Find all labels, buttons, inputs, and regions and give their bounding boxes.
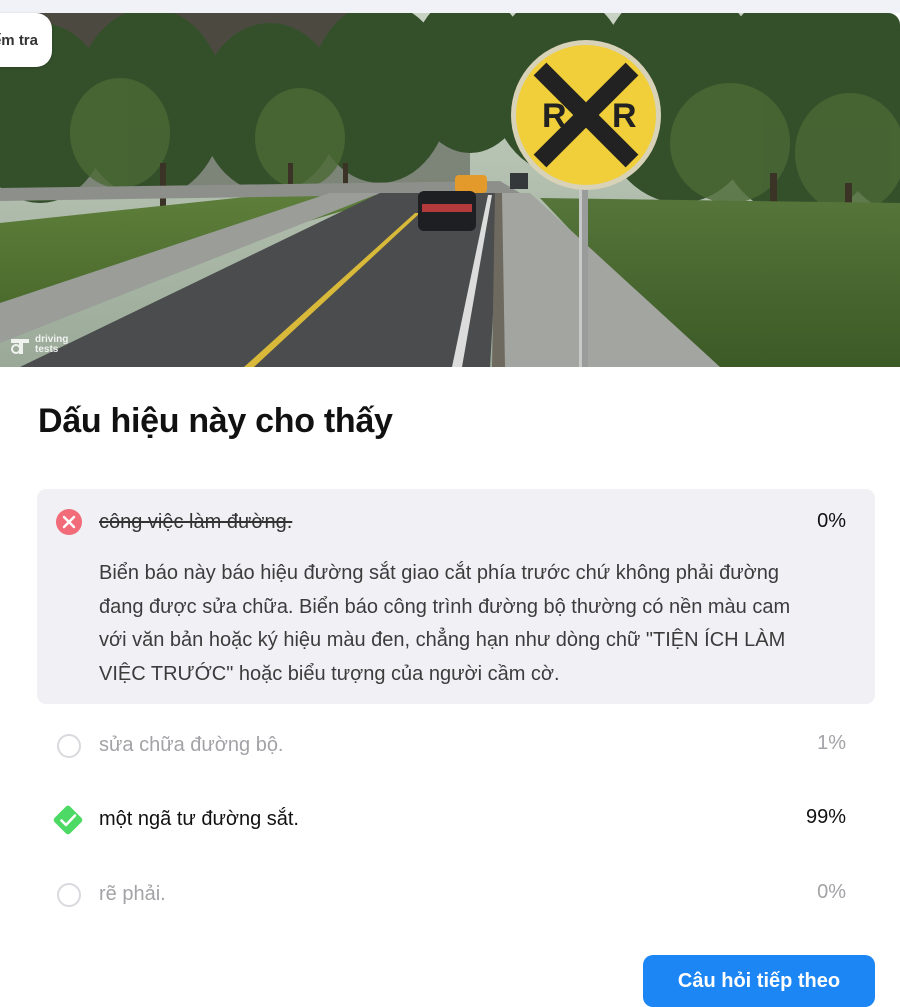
answer-option[interactable]: rẽ phải. 0% xyxy=(37,865,875,925)
answer-text: rẽ phải. xyxy=(99,883,166,905)
radio-icon xyxy=(55,732,83,760)
railroad-crossing-sign-icon: R R xyxy=(511,40,661,190)
radio-icon xyxy=(55,881,83,909)
next-question-button[interactable]: Câu hỏi tiếp theo xyxy=(643,955,875,1007)
driving-tests-watermark: driving tests xyxy=(9,334,75,356)
answer-explanation: Biển báo này báo hiệu đường sắt giao cắt… xyxy=(99,562,791,685)
answer-text: một ngã tư đường sắt. xyxy=(99,808,299,830)
answer-percent: 0% xyxy=(817,510,846,532)
top-pill-tab[interactable]: Kiểm tra xyxy=(0,13,52,67)
answer-option-wrong[interactable]: công việc làm đường. 0% Biển báo này báo… xyxy=(37,489,875,704)
answer-percent: 0% xyxy=(817,881,846,903)
top-strip xyxy=(0,0,900,13)
answer-text: sửa chữa đường bộ. xyxy=(99,734,284,756)
question-title: Dấu hiệu này cho thấy xyxy=(38,402,393,440)
svg-text:R: R xyxy=(612,97,637,135)
answer-percent: 1% xyxy=(817,732,846,754)
question-image: R R xyxy=(0,13,900,367)
top-pill-label: Kiểm tra xyxy=(0,31,38,49)
driving-tests-logo-icon xyxy=(11,339,29,354)
answer-option[interactable]: sửa chữa đường bộ. 1% xyxy=(37,716,875,776)
x-circle-icon xyxy=(56,509,82,535)
answer-percent: 99% xyxy=(805,806,846,828)
check-diamond-icon xyxy=(53,805,83,835)
watermark-text: driving tests xyxy=(35,334,69,355)
answer-option-correct[interactable]: một ngã tư đường sắt. 99% xyxy=(37,790,875,850)
answer-text: công việc làm đường. xyxy=(99,511,293,533)
svg-text:R: R xyxy=(542,97,567,135)
